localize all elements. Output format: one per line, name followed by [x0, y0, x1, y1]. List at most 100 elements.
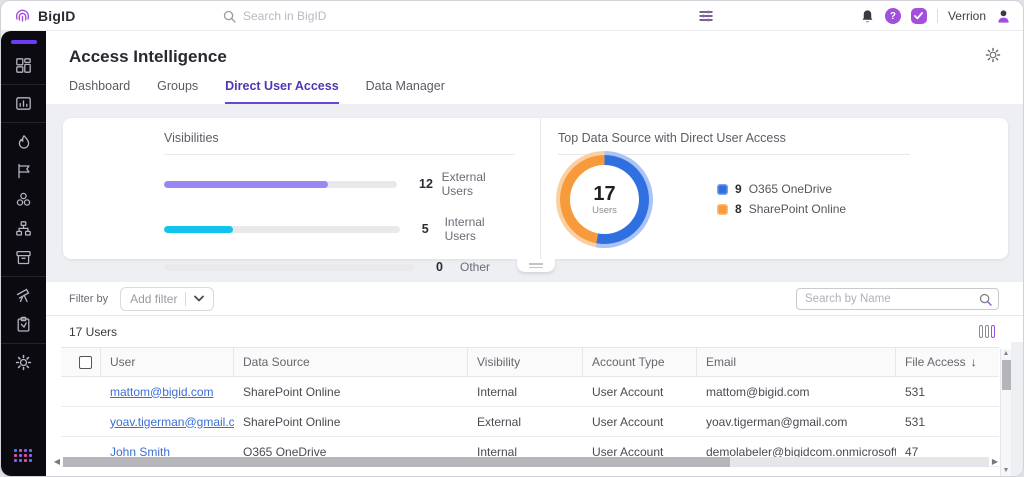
- page-title: Access Intelligence: [69, 47, 227, 67]
- tab-direct-user-access[interactable]: Direct User Access: [225, 79, 339, 104]
- search-by-name-box[interactable]: [796, 288, 999, 310]
- search-by-name-input[interactable]: [797, 293, 979, 305]
- sharepoint-legend-chip: [717, 204, 728, 215]
- search-icon: [979, 293, 992, 306]
- visibilities-panel: Visibilities 12 External Users 5 Interna…: [63, 118, 541, 259]
- sidebar-item-risk[interactable]: [1, 127, 46, 156]
- tab-data-manager[interactable]: Data Manager: [366, 79, 445, 104]
- sidebar-item-topology[interactable]: [1, 214, 46, 243]
- sidebar-item-action-center[interactable]: [1, 281, 46, 310]
- bar-row-external: 12 External Users: [164, 170, 515, 198]
- username[interactable]: Verrion: [948, 9, 986, 23]
- sidebar-divider: [1, 276, 46, 277]
- help-icon[interactable]: ?: [885, 8, 901, 24]
- sidebar-item-inventory[interactable]: [1, 243, 46, 272]
- users-count: 17 Users: [69, 325, 117, 339]
- apps-grid-icon[interactable]: [14, 449, 34, 464]
- filter-by-label: Filter by: [69, 293, 108, 305]
- main-content: Access Intelligence Dashboard Groups Dir…: [46, 31, 1023, 476]
- vertical-scroll-thumb[interactable]: [1002, 360, 1011, 390]
- external-users-label: External Users: [442, 170, 515, 198]
- user-link[interactable]: yoav.tigerman@gmail.com: [110, 415, 234, 429]
- bar-row-other: 0 Other: [164, 260, 515, 274]
- top-bar: BigID ?: [1, 1, 1023, 31]
- org-topology-icon: [15, 220, 32, 237]
- select-all-checkbox[interactable]: [79, 356, 92, 369]
- page-settings-gear-icon[interactable]: [985, 47, 1001, 68]
- internal-users-count: 5: [422, 222, 441, 236]
- global-search[interactable]: [223, 1, 463, 31]
- col-email[interactable]: Email: [697, 348, 896, 376]
- flame-icon: [16, 134, 32, 150]
- visibilities-bars: 12 External Users 5 Internal Users 0 Oth…: [164, 170, 515, 274]
- scroll-right-icon[interactable]: ▶: [989, 457, 1001, 466]
- vertical-scrollbar[interactable]: ▲ ▼: [1000, 349, 1011, 476]
- sidebar-active-indicator: [11, 40, 37, 44]
- action-center-icon: [15, 287, 32, 304]
- sidebar-divider: [1, 122, 46, 123]
- sidebar-item-reports[interactable]: [1, 89, 46, 118]
- other-users-label: Other: [460, 260, 490, 274]
- visibilities-title: Visibilities: [164, 131, 515, 155]
- sidebar-divider: [1, 84, 46, 85]
- external-users-count: 12: [419, 177, 438, 191]
- top-data-source-panel: Top Data Source with Direct User Access …: [541, 118, 1008, 259]
- dashboard-icon: [15, 57, 32, 74]
- fingerprint-logo-icon: [14, 7, 31, 24]
- table-row[interactable]: mattom@bigid.com SharePoint Online Inter…: [61, 377, 999, 407]
- select-all-cell: [61, 348, 101, 376]
- search-icon: [223, 10, 236, 23]
- tab-dashboard[interactable]: Dashboard: [69, 79, 130, 104]
- sidebar-nav: [1, 31, 46, 476]
- users-table-section: Filter by Add filter 17 Us: [46, 282, 1023, 476]
- onedrive-legend-chip: [717, 184, 728, 195]
- global-search-input[interactable]: [243, 9, 463, 23]
- sidebar-item-policies[interactable]: [1, 310, 46, 339]
- divider: [937, 9, 938, 23]
- sidebar-item-dashboard[interactable]: [1, 51, 46, 80]
- donut-outer: 17 Users: [556, 151, 653, 248]
- sidebar-divider: [1, 343, 46, 344]
- tasks-check-icon[interactable]: [911, 8, 927, 24]
- sidebar-item-settings[interactable]: [1, 348, 46, 377]
- col-data-source[interactable]: Data Source: [234, 348, 468, 376]
- sort-desc-icon[interactable]: ↓: [971, 355, 977, 369]
- chevron-down-icon: [194, 295, 204, 302]
- scroll-up-icon[interactable]: ▲: [1003, 349, 1010, 359]
- bigid-logo[interactable]: BigID: [1, 7, 76, 24]
- scroll-down-icon[interactable]: ▼: [1003, 466, 1010, 476]
- horizontal-scrollbar[interactable]: ◀ ▶: [51, 456, 1001, 467]
- tab-groups[interactable]: Groups: [157, 79, 198, 104]
- gear-icon: [15, 354, 32, 371]
- cluster-circles-icon: [15, 191, 32, 208]
- donut-center: 17 Users: [570, 165, 639, 234]
- table-header-row: User Data Source Visibility Account Type…: [61, 347, 999, 377]
- tab-bar: Dashboard Groups Direct User Access Data…: [69, 79, 445, 104]
- notifications-bell-icon[interactable]: [860, 9, 875, 24]
- column-chooser-icon[interactable]: [979, 325, 995, 338]
- right-gutter: [1011, 342, 1023, 476]
- table-toolbar: 17 Users: [46, 316, 1023, 347]
- report-chart-icon: [15, 95, 32, 112]
- col-visibility[interactable]: Visibility: [468, 348, 583, 376]
- user-avatar-icon[interactable]: [996, 9, 1011, 24]
- scroll-left-icon[interactable]: ◀: [51, 457, 63, 466]
- add-filter-button[interactable]: Add filter: [120, 287, 214, 311]
- col-user[interactable]: User: [101, 348, 234, 376]
- col-account-type[interactable]: Account Type: [583, 348, 697, 376]
- user-link[interactable]: mattom@bigid.com: [110, 385, 214, 399]
- donut-sub-label: Users: [592, 205, 617, 216]
- donut-value: 17: [593, 184, 615, 204]
- sidebar-item-flagged[interactable]: [1, 156, 46, 185]
- sidebar-item-clusters[interactable]: [1, 185, 46, 214]
- archive-box-icon: [15, 249, 32, 266]
- horizontal-scroll-thumb[interactable]: [63, 457, 730, 467]
- donut-legend: 9 O365 OneDrive 8 SharePoint Online: [717, 182, 846, 222]
- col-file-access[interactable]: File Access ↓: [896, 348, 999, 376]
- sliders-icon[interactable]: [698, 8, 714, 29]
- table-row[interactable]: yoav.tigerman@gmail.com SharePoint Onlin…: [61, 407, 999, 437]
- external-users-bar: [164, 181, 328, 188]
- content-header: Access Intelligence Dashboard Groups Dir…: [46, 31, 1023, 104]
- brand-name: BigID: [38, 8, 76, 24]
- widgets-collapse-handle[interactable]: [517, 259, 555, 272]
